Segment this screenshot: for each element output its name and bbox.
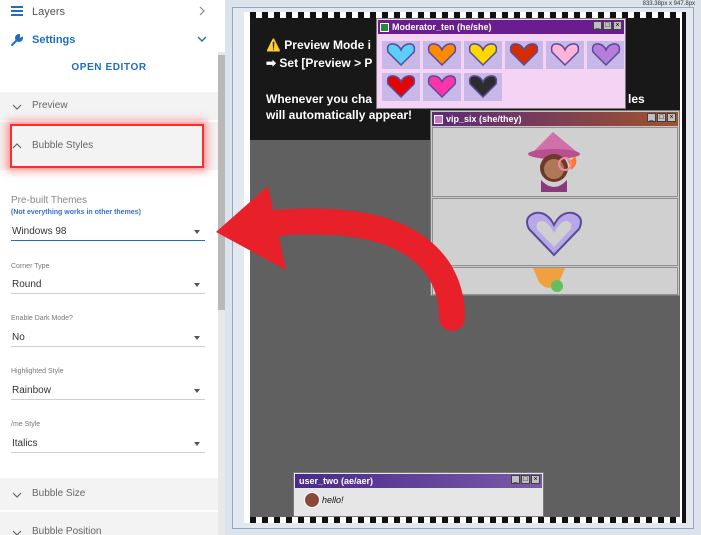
section-bubble-size[interactable]: Bubble Size	[0, 478, 218, 510]
minimize-button[interactable]: _	[593, 21, 602, 30]
me-style-select[interactable]: Italics	[11, 436, 205, 453]
corner-type-label: Corner Type	[11, 263, 50, 270]
chevron-down-icon	[12, 492, 22, 498]
vip-message-emote-witch	[432, 127, 678, 197]
dropdown-arrow-icon	[194, 442, 200, 446]
me-style-value: Italics	[12, 438, 38, 449]
pride-heart-emote	[423, 41, 461, 69]
prebuilt-themes-select[interactable]: Windows 98	[11, 224, 205, 241]
witch-emote-icon	[528, 132, 580, 192]
maximize-button[interactable]: □	[657, 113, 666, 122]
maximize-button[interactable]: □	[603, 21, 612, 30]
dropdown-arrow-icon	[194, 389, 200, 393]
sidebar-item-layers[interactable]: Layers	[0, 0, 218, 24]
dropdown-arrow-icon	[194, 283, 200, 287]
sidebar-item-settings-label: Settings	[32, 34, 76, 46]
avatar	[304, 492, 320, 508]
me-style-label: /me Style	[11, 421, 41, 428]
sidebar-item-layers-label: Layers	[32, 6, 66, 18]
section-preview[interactable]: Preview	[0, 92, 218, 120]
chevron-down-icon	[197, 36, 207, 42]
minimize-button[interactable]: _	[647, 113, 656, 122]
pride-heart-emote	[505, 41, 543, 69]
pride-heart-emote	[464, 41, 502, 69]
heart-hands-emote-icon	[526, 211, 582, 257]
highlighted-style-label: Highlighted Style	[11, 368, 64, 375]
chevron-down-icon	[12, 104, 22, 110]
hand-emote-icon	[533, 268, 565, 292]
dropdown-arrow-icon	[194, 336, 200, 340]
highlighted-style-value: Rainbow	[12, 385, 51, 396]
moderator-title-bar: Moderator_ten (he/she)	[378, 20, 624, 34]
pride-heart-emote	[464, 73, 502, 101]
user-username: user_two (ae/aer)	[299, 476, 374, 486]
settings-sidebar: Layers Settings OPEN EDITOR Preview Bubb…	[0, 0, 225, 535]
vip-message-emote-heart-hands	[432, 198, 678, 266]
notice-line-1: ⚠️ Preview Mode i	[266, 38, 371, 52]
window-controls: _ □ ×	[511, 475, 540, 484]
chevron-down-icon	[12, 530, 22, 535]
close-button[interactable]: ×	[667, 113, 676, 122]
sidebar-item-settings[interactable]: Settings	[0, 28, 218, 52]
notice-line-3: Whenever you cha	[266, 92, 373, 106]
highlighted-style-select[interactable]: Rainbow	[11, 383, 205, 400]
sword-icon	[380, 22, 389, 32]
prebuilt-themes-value: Windows 98	[12, 226, 67, 237]
section-bubble-size-label: Bubble Size	[32, 488, 86, 499]
corner-type-value: Round	[12, 279, 42, 290]
dark-mode-label: Enable Dark Mode?	[11, 315, 73, 322]
vip-message-emote-partial	[432, 267, 678, 295]
pride-heart-emote	[423, 73, 461, 101]
close-button[interactable]: ×	[531, 475, 540, 484]
window-controls: _ □ ×	[647, 113, 676, 122]
close-button[interactable]: ×	[613, 21, 622, 30]
maximize-button[interactable]: □	[521, 475, 530, 484]
user-message-text: hello!	[322, 495, 344, 505]
vip-title-bar: vip_six (she/they)	[432, 112, 678, 126]
dropdown-arrow-icon	[194, 230, 200, 234]
section-bubble-position-label: Bubble Position	[32, 526, 102, 535]
dark-mode-value: No	[12, 332, 25, 343]
pride-heart-emote	[546, 41, 584, 69]
heart-gem-icon	[434, 114, 443, 124]
moderator-username: Moderator_ten (he/she)	[392, 22, 492, 32]
section-preview-label: Preview	[32, 100, 68, 111]
window-controls: _ □ ×	[593, 21, 622, 30]
minimize-button[interactable]: _	[511, 475, 520, 484]
pride-heart-emote	[382, 73, 420, 101]
scrollbar-thumb[interactable]	[218, 55, 225, 310]
moderator-emotes	[382, 41, 624, 101]
section-bubble-position[interactable]: Bubble Position	[0, 512, 218, 535]
open-editor-button[interactable]: OPEN EDITOR	[0, 62, 218, 82]
highlight-box	[10, 124, 204, 168]
notice-line-3-tail: les	[628, 92, 645, 106]
prebuilt-themes-label: Pre-built Themes	[11, 195, 87, 206]
vip-username: vip_six (she/they)	[446, 114, 522, 124]
pride-heart-emote	[382, 41, 420, 69]
wrench-icon	[11, 33, 24, 46]
layers-icon	[11, 6, 23, 16]
prebuilt-themes-note: (Not everything works in other themes)	[11, 209, 141, 216]
dark-mode-select[interactable]: No	[11, 330, 205, 347]
user-title-bar: user_two (ae/aer)	[295, 474, 542, 488]
notice-line-4: will automatically appear!	[266, 108, 413, 122]
pride-heart-emote	[587, 41, 624, 69]
notice-line-2: ➡ Set [Preview > P	[266, 56, 373, 70]
corner-type-select[interactable]: Round	[11, 277, 205, 294]
chevron-right-icon	[199, 6, 205, 16]
